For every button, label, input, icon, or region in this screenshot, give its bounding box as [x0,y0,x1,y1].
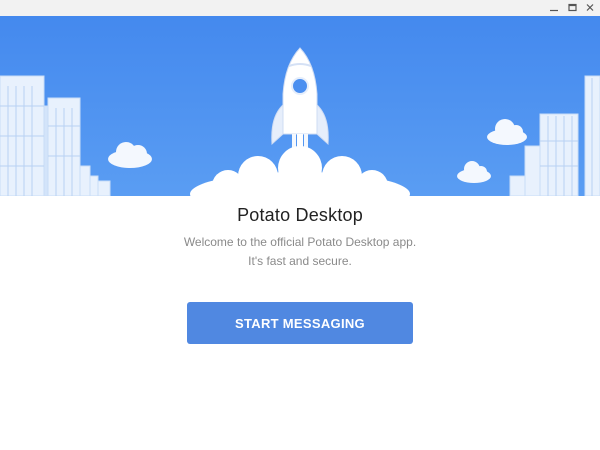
welcome-description-line2: It's fast and secure. [248,254,352,268]
welcome-description-line1: Welcome to the official Potato Desktop a… [183,235,417,249]
hero-banner [0,16,600,196]
close-icon [586,4,594,11]
app-title: Potato Desktop [237,205,363,225]
close-button[interactable] [580,0,600,16]
app-window: Potato Desktop Welcome to the official P… [0,0,600,450]
maximize-icon [568,3,577,12]
start-messaging-button[interactable]: START MESSAGING [187,302,413,344]
minimize-icon [550,9,558,12]
minimize-button[interactable] [544,0,564,16]
start-messaging-label: START MESSAGING [235,315,365,331]
title-bar [0,0,600,16]
maximize-button[interactable] [562,0,582,16]
rocket-city-illustration [0,16,600,196]
